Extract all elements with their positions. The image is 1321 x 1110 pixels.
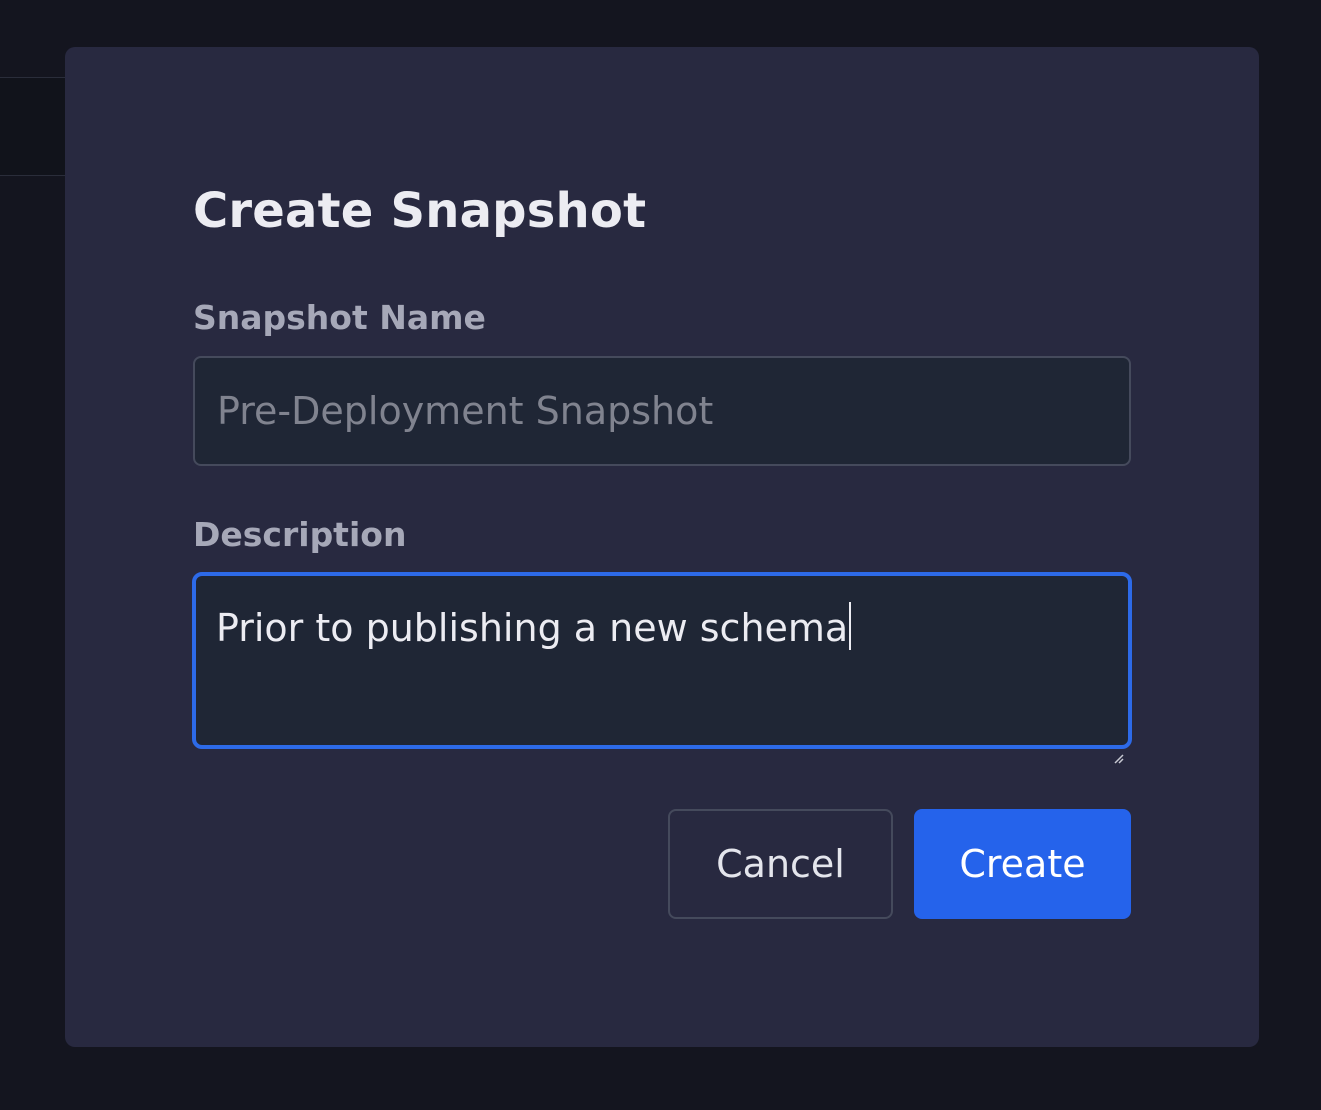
description-textarea[interactable]: Prior to publishing a new schema [192, 572, 1132, 764]
background-panel [0, 77, 70, 176]
snapshot-name-label: Snapshot Name [193, 298, 486, 337]
dialog-title: Create Snapshot [193, 183, 647, 239]
description-text: Prior to publishing a new schema [216, 606, 849, 650]
resize-handle-icon[interactable] [1112, 729, 1124, 764]
description-label: Description [193, 515, 407, 554]
create-button[interactable]: Create [914, 809, 1131, 919]
text-caret [849, 602, 852, 650]
create-snapshot-dialog: Create Snapshot Snapshot Name Descriptio… [65, 47, 1259, 1047]
cancel-button[interactable]: Cancel [668, 809, 893, 919]
snapshot-name-input[interactable] [193, 356, 1131, 466]
